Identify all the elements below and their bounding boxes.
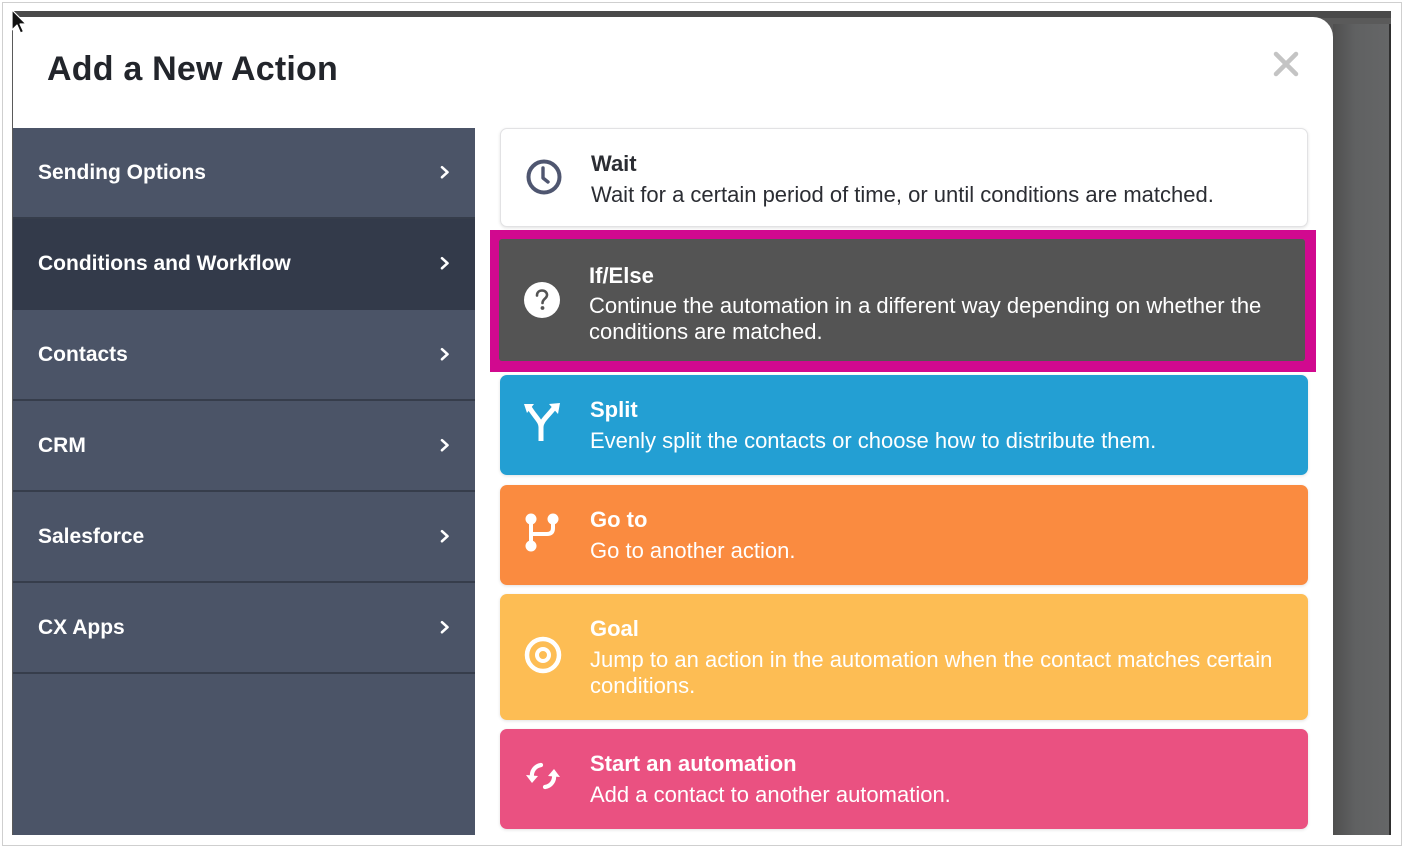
action-card-split[interactable]: Split Evenly split the contacts or choos… bbox=[500, 375, 1308, 475]
sidebar-item-contacts[interactable]: Contacts bbox=[13, 310, 475, 401]
target-icon bbox=[522, 634, 564, 676]
add-action-modal: Add a New Action Sending Options Conditi… bbox=[13, 17, 1333, 835]
action-title: If/Else bbox=[589, 263, 654, 288]
sidebar-item-label: Contacts bbox=[38, 342, 128, 366]
action-title: Go to bbox=[590, 507, 648, 532]
chevron-right-icon bbox=[440, 620, 449, 634]
sidebar-item-label: Conditions and Workflow bbox=[38, 251, 291, 275]
action-title: Start an automation bbox=[590, 751, 797, 776]
sidebar-item-label: Sending Options bbox=[38, 160, 206, 184]
action-title: Goal bbox=[590, 616, 639, 641]
refresh-arrows-icon bbox=[522, 755, 564, 797]
branch-icon bbox=[522, 512, 564, 554]
action-title: Split bbox=[590, 397, 638, 422]
close-button[interactable] bbox=[1269, 47, 1303, 81]
sidebar-item-label: Salesforce bbox=[38, 524, 145, 548]
action-description: Wait for a certain period of time, or un… bbox=[591, 182, 1214, 207]
close-icon bbox=[1273, 51, 1299, 77]
action-title: Wait bbox=[591, 151, 637, 176]
action-description: Continue the automation in a different w… bbox=[589, 293, 1262, 344]
action-description: Jump to an action in the automation when… bbox=[590, 647, 1273, 698]
chevron-right-icon bbox=[440, 347, 449, 361]
action-card-wait[interactable]: Wait Wait for a certain period of time, … bbox=[500, 128, 1308, 227]
action-category-sidebar: Sending Options Conditions and Workflow … bbox=[13, 128, 475, 835]
action-card-if-else[interactable]: If/Else Continue the automation in a dif… bbox=[499, 239, 1305, 361]
action-card-goal[interactable]: Goal Jump to an action in the automation… bbox=[500, 594, 1308, 720]
chevron-right-icon bbox=[440, 256, 449, 269]
action-card-go-to[interactable]: Go to Go to another action. bbox=[500, 485, 1308, 585]
sidebar-item-salesforce[interactable]: Salesforce bbox=[13, 492, 475, 583]
sidebar-item-label: CX Apps bbox=[38, 615, 125, 639]
sidebar-item-cx-apps[interactable]: CX Apps bbox=[13, 583, 475, 674]
chevron-right-icon bbox=[440, 438, 449, 452]
mouse-cursor-icon bbox=[11, 9, 27, 34]
backdrop-right-panel bbox=[1333, 24, 1391, 835]
sidebar-item-conditions-and-workflow[interactable]: Conditions and Workflow bbox=[13, 219, 475, 310]
sidebar-item-sending-options[interactable]: Sending Options bbox=[13, 128, 475, 219]
action-description: Add a contact to another automation. bbox=[590, 782, 951, 807]
sidebar-item-crm[interactable]: CRM bbox=[13, 401, 475, 492]
action-list: Wait Wait for a certain period of time, … bbox=[490, 128, 1316, 829]
action-description: Go to another action. bbox=[590, 538, 796, 563]
chevron-right-icon bbox=[440, 165, 449, 178]
highlight-outline: If/Else Continue the automation in a dif… bbox=[490, 230, 1316, 372]
action-description: Evenly split the contacts or choose how … bbox=[590, 428, 1157, 453]
modal-title: Add a New Action bbox=[47, 50, 338, 88]
action-card-start-automation[interactable]: Start an automation Add a contact to ano… bbox=[500, 729, 1308, 829]
question-circle-icon bbox=[521, 279, 563, 321]
chevron-right-icon bbox=[440, 529, 449, 543]
split-arrows-icon bbox=[522, 401, 564, 443]
clock-icon bbox=[523, 156, 565, 198]
sidebar-item-label: CRM bbox=[38, 433, 86, 457]
